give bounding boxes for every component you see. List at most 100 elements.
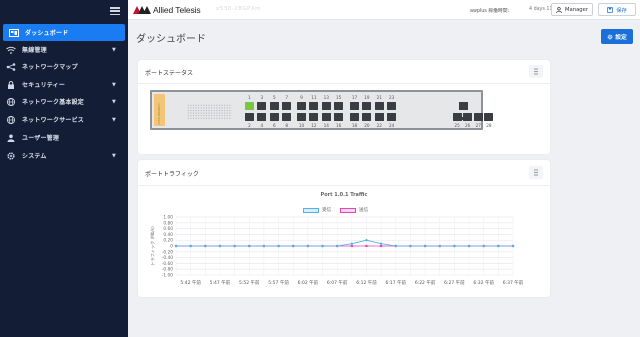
x-tick-label: 6:17 午前: [386, 279, 407, 286]
series-point-1: [365, 239, 368, 242]
port-number-label: 15: [336, 95, 342, 100]
port-status-title: ポートステータス: [145, 70, 194, 77]
port-15[interactable]: [334, 102, 344, 110]
x-tick-label: 5:52 午前: [239, 279, 260, 286]
settings-label: 設定: [615, 35, 627, 41]
y-tick-label: 0.40: [163, 232, 173, 238]
port-27[interactable]: [473, 113, 483, 121]
settings-button[interactable]: 設定: [601, 29, 633, 44]
y-tick-label: -0.80: [162, 267, 173, 273]
port-number-label: 1: [248, 95, 251, 100]
brand-logo[interactable]: Allied Telesis: [133, 4, 201, 16]
port-24[interactable]: [387, 113, 397, 121]
allied-telesis-logo-icon: [133, 6, 151, 14]
sidebar-item-8[interactable]: システム ▼: [0, 147, 128, 164]
sidebar-item-2[interactable]: 無線管理 ▼: [0, 41, 128, 58]
dashboard-icon: [9, 28, 19, 37]
series-point-1: [453, 244, 456, 248]
port-number-label: 23: [389, 95, 395, 100]
port-number-label: 2: [248, 123, 251, 128]
port-28[interactable]: [484, 113, 494, 121]
series-point-1: [292, 244, 295, 248]
port-number-label: 10: [298, 123, 305, 128]
series-point-1: [277, 244, 280, 248]
manager-label: Manager: [564, 6, 589, 13]
port-21[interactable]: [374, 102, 384, 110]
port-12[interactable]: [309, 113, 319, 121]
port-17[interactable]: [350, 102, 359, 110]
y-tick-label: 0: [170, 244, 173, 250]
chevron-down-icon: ▼: [112, 81, 116, 88]
y-tick-label: 0.20: [163, 238, 173, 244]
sidebar-item-3[interactable]: ネットワークマップ: [0, 58, 128, 75]
share-icon: [6, 62, 16, 71]
port-number-label: 11: [311, 95, 317, 100]
port-6[interactable]: [269, 113, 279, 121]
port-number-label: 24: [389, 123, 395, 128]
user-uptime-label: awplus 稼働時間:: [470, 9, 510, 14]
series-point-1: [189, 244, 192, 248]
mgmt-port[interactable]: [459, 102, 468, 110]
port-11[interactable]: [309, 102, 319, 110]
x-tick-label: 6:32 午前: [473, 279, 494, 286]
port-number-label: 14: [323, 123, 329, 128]
port-23[interactable]: [387, 102, 397, 110]
port-1[interactable]: [245, 102, 254, 110]
port-number-label: 21: [376, 95, 382, 100]
port-4[interactable]: [257, 113, 267, 121]
port-20[interactable]: [362, 113, 372, 121]
port-19[interactable]: [362, 102, 372, 110]
port-number-label: 3: [260, 95, 264, 100]
x-tick-label: 5:42 午前: [180, 279, 201, 286]
port-3[interactable]: [257, 102, 267, 110]
save-icon: [607, 6, 613, 13]
port-number-label: 9: [300, 95, 303, 100]
usb-port[interactable]: [460, 117, 468, 120]
port-7[interactable]: [282, 102, 292, 110]
port-number-label: 17: [351, 95, 358, 100]
series-point-1: [233, 244, 236, 248]
y-tick-label: 0.80: [163, 220, 173, 226]
sidebar-item-6[interactable]: ネットワークサービス ▼: [0, 111, 128, 128]
port-2[interactable]: [245, 113, 254, 121]
x-tick-label: 6:07 午前: [327, 279, 348, 286]
drag-handle-icon: [534, 68, 538, 75]
card-menu-button[interactable]: [529, 65, 543, 78]
x-tick-label: 5:47 午前: [210, 279, 231, 286]
sidebar-item-label: セキュリティー: [22, 82, 66, 89]
series-point-1: [306, 244, 310, 248]
port-number-label: 6: [272, 123, 276, 128]
sidebar-item-1[interactable]: ダッシュボード: [3, 24, 125, 41]
sidebar-toggle-icon[interactable]: [110, 7, 120, 16]
series-point-1: [379, 242, 383, 245]
port-18[interactable]: [350, 113, 359, 121]
gear-icon: [607, 34, 613, 39]
port-number-label: 25: [454, 123, 460, 128]
sidebar-item-4[interactable]: セキュリティー ▼: [0, 76, 128, 93]
port-9[interactable]: [297, 102, 306, 110]
port-22[interactable]: [374, 113, 384, 121]
port-16[interactable]: [334, 113, 344, 121]
port-13[interactable]: [321, 102, 331, 110]
port-5[interactable]: [269, 102, 279, 110]
brand-name: Allied Telesis: [153, 5, 201, 15]
vent-grille: [187, 104, 232, 120]
service-icon: [6, 115, 16, 124]
port-10[interactable]: [297, 113, 306, 121]
series-point-1: [482, 244, 485, 248]
series-point-1: [262, 244, 266, 248]
sidebar-item-7[interactable]: ユーザー管理: [0, 129, 128, 146]
port-number-label: 16: [336, 123, 342, 128]
manager-button[interactable]: Manager: [551, 3, 593, 16]
port-8[interactable]: [282, 113, 292, 121]
header: Allied Telesis x530-28GPXm awplus 稼働時間: …: [128, 0, 640, 20]
card-divider: [138, 83, 550, 84]
port-14[interactable]: [321, 113, 331, 121]
y-tick-label: -0.20: [162, 249, 173, 255]
x-tick-label: 5:57 午前: [268, 279, 289, 286]
x-tick-label: 6:27 午前: [444, 279, 465, 286]
sidebar-item-5[interactable]: ネットワーク基本設定 ▼: [0, 93, 128, 110]
sidebar-item-label: ネットワークサービス: [22, 117, 85, 124]
save-button[interactable]: 保存: [598, 3, 636, 16]
y-tick-label: -1.00: [162, 273, 173, 279]
